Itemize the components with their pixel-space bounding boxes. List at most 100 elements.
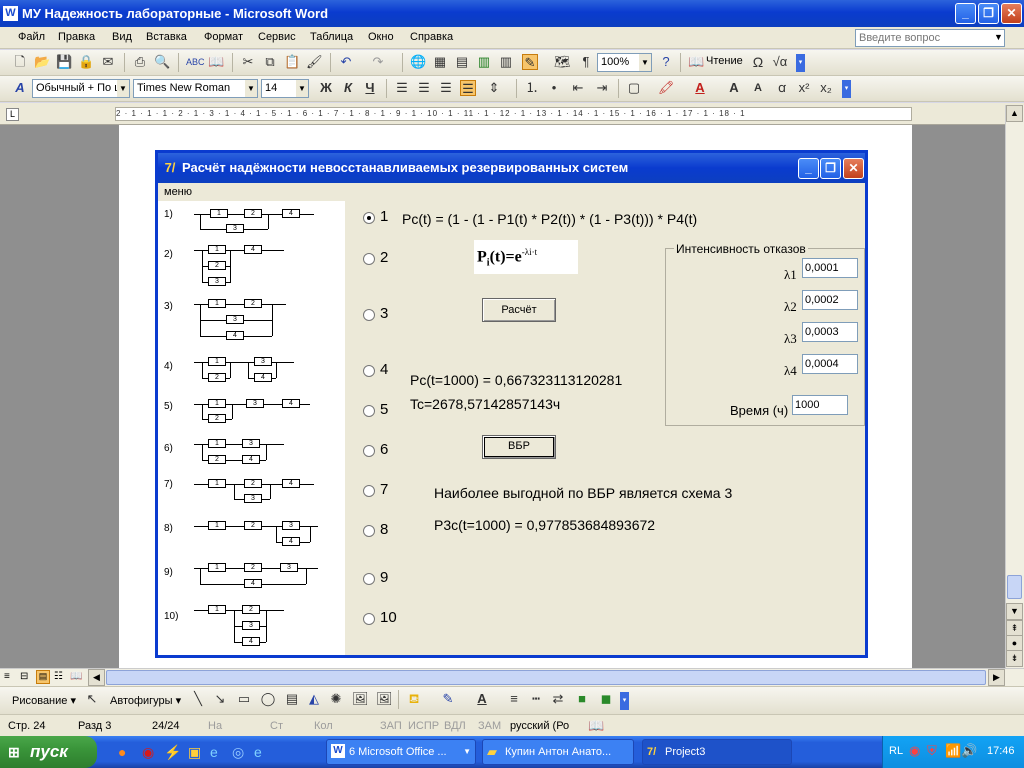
scheme-radio-label[interactable]: 5 bbox=[380, 401, 388, 418]
new-document-icon[interactable]: 🗋 bbox=[12, 54, 28, 70]
show-desktop-icon[interactable]: ▣ bbox=[188, 744, 201, 761]
bullets-icon[interactable]: • bbox=[546, 80, 562, 96]
arrow-icon[interactable]: ↘ bbox=[212, 691, 228, 707]
copy-icon[interactable]: ⧉ bbox=[262, 54, 278, 70]
italic-icon[interactable]: К bbox=[340, 80, 356, 96]
app-minimize-icon[interactable]: _ bbox=[798, 158, 819, 179]
chevron-down-icon[interactable]: ▼ bbox=[117, 80, 129, 97]
scheme-radio-4[interactable] bbox=[363, 365, 375, 377]
tables-borders-icon[interactable]: ▦ bbox=[432, 54, 448, 70]
calculate-button[interactable]: Расчёт bbox=[482, 298, 556, 322]
app-menu-item[interactable]: меню bbox=[164, 186, 192, 198]
omega-icon[interactable]: Ω bbox=[750, 54, 766, 70]
scheme-radio-label[interactable]: 1 bbox=[380, 208, 388, 225]
document-map-icon[interactable]: 🗺 bbox=[554, 54, 571, 70]
zoom-select[interactable]: 100% ▼ bbox=[597, 53, 652, 72]
redo-icon[interactable]: ↷ bbox=[370, 54, 386, 70]
rectangle-icon[interactable]: ▭ bbox=[236, 691, 252, 707]
draw-menu-button[interactable]: Рисование ▾ bbox=[12, 694, 76, 707]
font-color-icon[interactable]: A bbox=[692, 80, 708, 96]
menu-window[interactable]: Окно bbox=[368, 31, 394, 43]
network-icon[interactable]: 📶 bbox=[945, 743, 961, 759]
scheme-radio-10[interactable] bbox=[363, 613, 375, 625]
ask-question-input[interactable]: Введите вопрос bbox=[855, 29, 1005, 47]
menu-file[interactable]: Файл bbox=[18, 31, 45, 43]
chevron-down-icon[interactable]: ▼ bbox=[245, 80, 257, 97]
scheme-radio-1[interactable] bbox=[363, 212, 375, 224]
bold-icon[interactable]: Ж bbox=[318, 80, 334, 96]
style-select[interactable]: Обычный + По ц ▼ bbox=[32, 79, 130, 98]
hyperlink-icon[interactable]: 🌐 bbox=[410, 54, 426, 70]
outline-view-icon[interactable]: ☷ bbox=[54, 671, 63, 682]
menu-tools[interactable]: Сервис bbox=[258, 31, 296, 43]
reading-mode-button[interactable]: Чтение bbox=[706, 55, 743, 67]
align-right-icon[interactable]: ☰ bbox=[438, 80, 454, 96]
scheme-radio-label[interactable]: 2 bbox=[380, 249, 388, 266]
taskbar-task-folder[interactable]: ▰ Купин Антон Анато... bbox=[482, 739, 634, 765]
font-select[interactable]: Times New Roman ▼ bbox=[133, 79, 258, 98]
status-trk[interactable]: ИСПР bbox=[408, 720, 439, 732]
status-rec[interactable]: ЗАП bbox=[380, 720, 402, 732]
restore-icon[interactable]: ❐ bbox=[978, 3, 999, 24]
app-close-icon[interactable]: ✕ bbox=[843, 158, 864, 179]
media-player-icon[interactable]: ◎ bbox=[232, 744, 244, 761]
scheme-radio-8[interactable] bbox=[363, 525, 375, 537]
ruler-scale[interactable]: 2 · 1 · 1 · 1 · 2 · 1 · 3 · 1 · 4 · 1 · … bbox=[115, 107, 912, 121]
save-icon[interactable]: 💾 bbox=[56, 54, 72, 70]
lambda2-input[interactable]: 0,0002 bbox=[802, 290, 858, 310]
select-objects-icon[interactable]: ↖ bbox=[84, 691, 100, 707]
clipart-icon[interactable]: 🖼 bbox=[352, 691, 369, 707]
email-icon[interactable]: ✉ bbox=[100, 54, 116, 70]
next-page-icon[interactable]: ⇟ bbox=[1006, 650, 1023, 667]
scroll-left-icon[interactable]: ◀ bbox=[88, 669, 105, 686]
line-spacing-icon[interactable]: ⇕ bbox=[486, 80, 502, 96]
shrink-font-icon[interactable]: A bbox=[750, 80, 766, 96]
scheme-radio-label[interactable]: 10 bbox=[380, 609, 397, 626]
research-icon[interactable]: 📖 bbox=[208, 54, 224, 70]
firefox-icon[interactable]: ● bbox=[118, 744, 126, 760]
diagram-icon[interactable]: ✺ bbox=[328, 691, 344, 707]
ie-icon[interactable]: e bbox=[210, 744, 218, 760]
scroll-thumb[interactable] bbox=[1007, 575, 1022, 599]
scheme-radio-2[interactable] bbox=[363, 253, 375, 265]
print-preview-icon[interactable]: 🔍 bbox=[154, 54, 170, 70]
increase-indent-icon[interactable]: ⇥ bbox=[594, 80, 610, 96]
superscript-icon[interactable]: x² bbox=[796, 80, 812, 96]
format-painter-icon[interactable]: 🖌 bbox=[306, 54, 323, 70]
font-color-draw-icon[interactable]: A bbox=[474, 691, 490, 707]
shadow-icon[interactable]: ■ bbox=[574, 691, 590, 707]
volume-icon[interactable]: 🔊 bbox=[961, 743, 977, 759]
3d-icon[interactable]: ◼ bbox=[598, 691, 614, 707]
app-maximize-icon[interactable]: ❐ bbox=[820, 158, 841, 179]
align-center-icon[interactable]: ☰ bbox=[416, 80, 432, 96]
font-size-select[interactable]: 14 ▼ bbox=[261, 79, 309, 98]
numbering-icon[interactable]: ⒈ bbox=[524, 80, 540, 96]
drawing-icon[interactable]: ✎ bbox=[522, 54, 538, 70]
web-view-icon[interactable]: ⊟ bbox=[20, 671, 28, 682]
paste-icon[interactable]: 📋 bbox=[284, 54, 300, 70]
toolbar-options-icon[interactable]: ▾ bbox=[842, 80, 851, 98]
oval-icon[interactable]: ◯ bbox=[260, 691, 276, 707]
vertical-scrollbar[interactable]: ▲ ▼ ⇞ ● ⇟ bbox=[1005, 105, 1024, 668]
status-ext[interactable]: ВДЛ bbox=[444, 720, 466, 732]
scroll-down-icon[interactable]: ▼ bbox=[1006, 603, 1023, 620]
menu-format[interactable]: Формат bbox=[204, 31, 243, 43]
scheme-radio-6[interactable] bbox=[363, 445, 375, 457]
opera-icon[interactable]: ◉ bbox=[142, 744, 154, 761]
line-color-icon[interactable]: ✎ bbox=[440, 691, 456, 707]
scheme-radio-9[interactable] bbox=[363, 573, 375, 585]
lambda1-input[interactable]: 0,0001 bbox=[802, 258, 858, 278]
toolbar-options-icon[interactable]: ▾ bbox=[796, 54, 805, 72]
clock[interactable]: 17:46 bbox=[987, 745, 1015, 757]
scheme-radio-label[interactable]: 9 bbox=[380, 569, 388, 586]
chevron-down-icon[interactable]: ▼ bbox=[639, 54, 651, 71]
print-icon[interactable]: ⎙ bbox=[132, 54, 148, 70]
scheme-radio-7[interactable] bbox=[363, 485, 375, 497]
security-icon[interactable]: ⛨ bbox=[927, 743, 937, 759]
scheme-radio-label[interactable]: 6 bbox=[380, 441, 388, 458]
character-scale-icon[interactable]: ꭤ bbox=[774, 80, 790, 96]
open-folder-icon[interactable]: 📂 bbox=[34, 54, 50, 70]
menu-view[interactable]: Вид bbox=[112, 31, 132, 43]
scheme-radio-label[interactable]: 8 bbox=[380, 521, 388, 538]
menu-edit[interactable]: Правка bbox=[58, 31, 95, 43]
